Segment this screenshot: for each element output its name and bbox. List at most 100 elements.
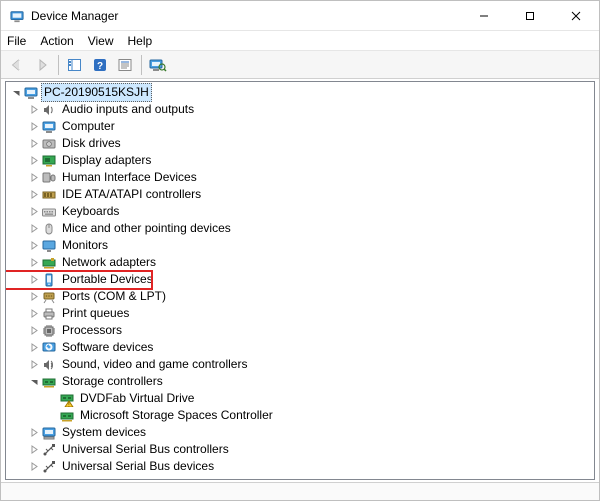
properties-button[interactable] — [113, 54, 137, 76]
svg-text:!: ! — [68, 402, 69, 407]
tree-node-label: Processors — [59, 322, 125, 339]
tree-node[interactable]: Network adapters — [6, 254, 594, 271]
tree-node-label: Software devices — [59, 339, 156, 356]
software-device-icon — [41, 340, 57, 356]
chevron-right-icon[interactable] — [28, 458, 41, 475]
tree-node[interactable]: Storage controllers — [6, 373, 594, 390]
chevron-right-icon[interactable] — [28, 271, 41, 288]
tree-node[interactable]: Sound, video and game controllers — [6, 356, 594, 373]
chevron-right-icon[interactable] — [28, 220, 41, 237]
tree-node-label: Storage controllers — [59, 373, 166, 390]
chevron-right-icon[interactable] — [28, 169, 41, 186]
device-tree-panel[interactable]: PC-20190515KSJH Audio inputs and outputs… — [5, 81, 595, 480]
tree-node-label: Print queues — [59, 305, 132, 322]
port-icon — [41, 289, 57, 305]
tree-node-label: Sound, video and game controllers — [59, 356, 250, 373]
chevron-down-icon[interactable] — [10, 84, 23, 101]
statusbar — [1, 482, 599, 500]
usb-icon — [41, 459, 57, 475]
tree-node[interactable]: Computer — [6, 118, 594, 135]
tree-node[interactable]: Print queues — [6, 305, 594, 322]
menu-action[interactable]: Action — [40, 34, 73, 48]
chevron-right-icon[interactable] — [28, 305, 41, 322]
monitor-icon — [41, 238, 57, 254]
device-manager-window: Device Manager File Action View Help ? — [0, 0, 600, 501]
tree-node[interactable]: Human Interface Devices — [6, 169, 594, 186]
chevron-right-icon[interactable] — [28, 288, 41, 305]
system-device-icon — [41, 425, 57, 441]
tree-node[interactable]: Audio inputs and outputs — [6, 101, 594, 118]
display-adapter-icon — [41, 153, 57, 169]
chevron-right-icon[interactable] — [28, 101, 41, 118]
tree-node[interactable]: Display adapters — [6, 152, 594, 169]
expander-none — [46, 407, 59, 424]
tree-node[interactable]: Universal Serial Bus devices — [6, 458, 594, 475]
tree-root-label: PC-20190515KSJH — [41, 83, 152, 102]
portable-device-icon — [41, 272, 57, 288]
tree-node-label: Monitors — [59, 237, 111, 254]
tree-node[interactable]: Mice and other pointing devices — [6, 220, 594, 237]
maximize-button[interactable] — [507, 1, 553, 31]
tree-node-label: Portable Devices — [59, 271, 156, 288]
tree-node[interactable]: Software devices — [6, 339, 594, 356]
tree-node[interactable]: Keyboards — [6, 203, 594, 220]
chevron-right-icon[interactable] — [28, 186, 41, 203]
network-adapter-icon — [41, 255, 57, 271]
chevron-right-icon[interactable] — [28, 356, 41, 373]
scan-hardware-button[interactable] — [146, 54, 170, 76]
chevron-right-icon[interactable] — [28, 254, 41, 271]
tree-node-label: Audio inputs and outputs — [59, 101, 197, 118]
minimize-button[interactable] — [461, 1, 507, 31]
storage-controller-warning-icon: ! — [59, 391, 75, 407]
ide-icon — [41, 187, 57, 203]
tree-node-label: Universal Serial Bus controllers — [59, 441, 232, 458]
tree-root[interactable]: PC-20190515KSJH — [6, 84, 594, 101]
app-icon — [9, 8, 25, 24]
show-hide-tree-button[interactable] — [63, 54, 87, 76]
chevron-right-icon[interactable] — [28, 441, 41, 458]
tree-node[interactable]: Monitors — [6, 237, 594, 254]
help-button[interactable]: ? — [88, 54, 112, 76]
chevron-right-icon[interactable] — [28, 152, 41, 169]
tree-node-label: Human Interface Devices — [59, 169, 200, 186]
hid-icon — [41, 170, 57, 186]
expander-none — [46, 390, 59, 407]
menu-view[interactable]: View — [88, 34, 114, 48]
computer-icon — [41, 119, 57, 135]
storage-controller-icon — [59, 408, 75, 424]
svg-text:?: ? — [97, 61, 103, 72]
tree-node[interactable]: IDE ATA/ATAPI controllers — [6, 186, 594, 203]
usb-icon — [41, 442, 57, 458]
tree-leaf-label: Microsoft Storage Spaces Controller — [77, 407, 276, 424]
tree-node[interactable]: Portable Devices — [6, 271, 594, 288]
tree-node[interactable]: Disk drives — [6, 135, 594, 152]
tree-node-label: Computer — [59, 118, 118, 135]
tree-node[interactable]: Ports (COM & LPT) — [6, 288, 594, 305]
tree-node[interactable]: System devices — [6, 424, 594, 441]
forward-button[interactable] — [30, 54, 54, 76]
tree-node-label: Keyboards — [59, 203, 122, 220]
chevron-right-icon[interactable] — [28, 203, 41, 220]
menu-file[interactable]: File — [7, 34, 26, 48]
tree-node[interactable]: Universal Serial Bus controllers — [6, 441, 594, 458]
chevron-right-icon[interactable] — [28, 322, 41, 339]
chevron-right-icon[interactable] — [28, 237, 41, 254]
close-button[interactable] — [553, 1, 599, 31]
chevron-right-icon[interactable] — [28, 424, 41, 441]
toolbar: ? — [1, 51, 599, 79]
tree-node-label: Universal Serial Bus devices — [59, 458, 217, 475]
tree-node[interactable]: Processors — [6, 322, 594, 339]
back-button[interactable] — [5, 54, 29, 76]
tree-leaf[interactable]: !DVDFab Virtual Drive — [6, 390, 594, 407]
chevron-right-icon[interactable] — [28, 339, 41, 356]
chevron-down-icon[interactable] — [28, 373, 41, 390]
tree-node-label: System devices — [59, 424, 149, 441]
chevron-right-icon[interactable] — [28, 135, 41, 152]
tree-leaf[interactable]: Microsoft Storage Spaces Controller — [6, 407, 594, 424]
disk-icon — [41, 136, 57, 152]
keyboard-icon — [41, 204, 57, 220]
tree-node-label: Display adapters — [59, 152, 154, 169]
chevron-right-icon[interactable] — [28, 118, 41, 135]
audio-icon — [41, 102, 57, 118]
menu-help[interactable]: Help — [128, 34, 153, 48]
